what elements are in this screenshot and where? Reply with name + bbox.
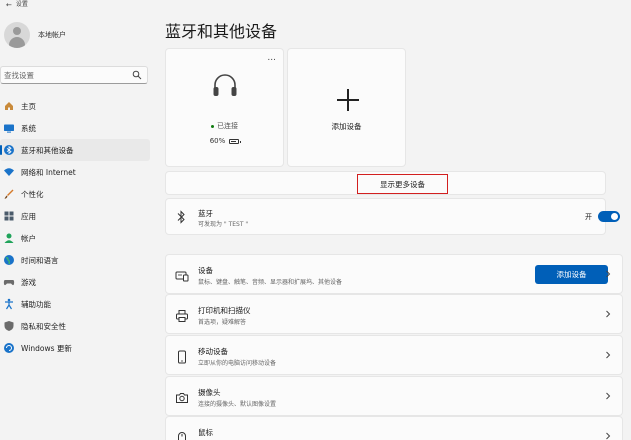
sidebar-item-label: 网络和 Internet	[21, 167, 76, 177]
sidebar-item-shield[interactable]: 隐私和安全性	[0, 315, 150, 337]
sidebar-item-account[interactable]: 帐户	[0, 227, 150, 249]
accessibility-icon	[3, 298, 15, 310]
globe-icon	[3, 254, 15, 266]
chevron-right-icon[interactable]	[604, 391, 612, 401]
sidebar-item-label: 系统	[21, 123, 36, 133]
user-profile[interactable]: 本地帐户	[4, 22, 66, 48]
battery-status: 60%	[166, 137, 283, 145]
sidebar-item-accessibility[interactable]: 辅助功能	[0, 293, 150, 315]
avatar	[4, 22, 30, 48]
main-content: 蓝牙和其他设备 ... 已连接 60% 添加设备 显示更多设备 蓝牙 可发现为 …	[165, 0, 631, 440]
row-subtitle: 首选项，疑难解答	[198, 319, 247, 326]
wifi-icon	[3, 166, 15, 178]
user-name: 本地帐户	[38, 31, 66, 39]
settings-row-devices[interactable]: 设备 鼠标、键盘、触笔、音频、显示器和扩展坞、其他设备 添加设备	[165, 254, 623, 294]
show-more-bar: 显示更多设备	[165, 171, 606, 195]
add-device-card-label: 添加设备	[331, 122, 362, 131]
more-options-button[interactable]: ...	[267, 54, 276, 63]
home-icon	[3, 100, 15, 112]
row-subtitle: 立即从你的电脑访问移动设备	[198, 360, 277, 367]
bluetooth-toggle-label: 开	[585, 213, 592, 221]
sidebar-item-label: 游戏	[21, 277, 36, 287]
devices-icon	[175, 268, 189, 282]
sidebar-item-label: Windows 更新	[21, 343, 72, 353]
printer-icon	[175, 308, 189, 322]
gamepad-icon	[3, 276, 15, 288]
add-device-button[interactable]: 添加设备	[535, 265, 608, 284]
row-title: 鼠标	[198, 428, 213, 437]
sidebar-item-label: 帐户	[21, 233, 36, 243]
bluetooth-subtitle: 可发现为 " TEST "	[198, 221, 249, 228]
sidebar-item-label: 时间和语言	[21, 255, 59, 265]
settings-row-phone[interactable]: 移动设备 立即从你的电脑访问移动设备	[165, 335, 623, 375]
sidebar-item-label: 主页	[21, 101, 36, 111]
update-icon	[3, 342, 15, 354]
camera-icon	[175, 390, 189, 404]
bluetooth-icon	[3, 144, 15, 156]
search-icon	[132, 70, 142, 80]
row-subtitle: 连接的摄像头、默认图像设置	[198, 401, 277, 408]
chevron-right-icon[interactable]	[604, 269, 612, 279]
plus-icon	[337, 89, 359, 111]
sidebar-item-label: 应用	[21, 211, 36, 221]
bluetooth-title: 蓝牙	[198, 209, 213, 218]
page-title: 蓝牙和其他设备	[165, 22, 278, 41]
sidebar-item-bluetooth[interactable]: 蓝牙和其他设备	[0, 139, 150, 161]
system-icon	[3, 122, 15, 134]
settings-row-printer[interactable]: 打印机和扫描仪 首选项，疑难解答	[165, 294, 623, 334]
bluetooth-toggle[interactable]	[598, 211, 620, 222]
sidebar-item-system[interactable]: 系统	[0, 117, 150, 139]
settings-row-camera[interactable]: 摄像头 连接的摄像头、默认图像设置	[165, 376, 623, 416]
shield-icon	[3, 320, 15, 332]
row-title: 设备	[198, 266, 213, 275]
row-title: 摄像头	[198, 388, 221, 397]
sidebar-item-gamepad[interactable]: 游戏	[0, 271, 150, 293]
settings-window: ← 设置 本地帐户 查找设置 主页 系统 蓝牙和其他设备 网络和 Internet 个性…	[0, 0, 631, 440]
account-icon	[3, 232, 15, 244]
chevron-right-icon[interactable]	[604, 431, 612, 440]
sidebar-item-label: 蓝牙和其他设备	[21, 145, 74, 155]
sidebar-item-brush[interactable]: 个性化	[0, 183, 150, 205]
status-text: 已连接	[217, 122, 238, 130]
connection-status: 已连接	[166, 121, 283, 131]
headphones-icon	[213, 74, 237, 96]
apps-icon	[3, 210, 15, 222]
chevron-right-icon[interactable]	[604, 309, 612, 319]
phone-icon	[175, 349, 189, 364]
sidebar-item-apps[interactable]: 应用	[0, 205, 150, 227]
bluetooth-icon	[177, 210, 185, 224]
sidebar-item-globe[interactable]: 时间和语言	[0, 249, 150, 271]
battery-level: 60%	[209, 137, 226, 145]
sidebar: 本地帐户 查找设置 主页系统蓝牙和其他设备 网络和 Internet 个性化应用帐户…	[0, 0, 160, 440]
row-subtitle: 鼠标、键盘、触笔、音频、显示器和扩展坞、其他设备	[198, 279, 343, 286]
bluetooth-row: 蓝牙 可发现为 " TEST " 开	[165, 198, 620, 235]
sidebar-item-label: 个性化	[21, 189, 44, 199]
sidebar-nav: 主页系统蓝牙和其他设备 网络和 Internet 个性化应用帐户时间和语言游戏辅助功…	[0, 95, 150, 359]
connected-dot-icon	[211, 124, 214, 128]
sidebar-item-update[interactable]: Windows 更新	[0, 337, 150, 359]
show-more-devices-button[interactable]: 显示更多设备	[357, 174, 448, 194]
mouse-icon	[175, 430, 189, 440]
sidebar-item-home[interactable]: 主页	[0, 95, 150, 117]
search-placeholder: 查找设置	[4, 70, 34, 80]
brush-icon	[3, 188, 15, 200]
sidebar-item-wifi[interactable]: 网络和 Internet	[0, 161, 150, 183]
battery-icon	[229, 138, 242, 144]
row-title: 打印机和扫描仪	[198, 306, 251, 315]
add-device-card[interactable]: 添加设备	[287, 48, 406, 167]
row-title: 移动设备	[198, 347, 228, 356]
settings-row-mouse[interactable]: 鼠标 按钮、鼠标指针速度、滚动	[165, 416, 623, 440]
chevron-right-icon[interactable]	[604, 350, 612, 360]
sidebar-item-label: 隐私和安全性	[21, 321, 66, 331]
search-input[interactable]: 查找设置	[0, 66, 148, 84]
headphones-device-card[interactable]: ... 已连接 60%	[165, 48, 284, 167]
sidebar-item-label: 辅助功能	[21, 299, 51, 309]
